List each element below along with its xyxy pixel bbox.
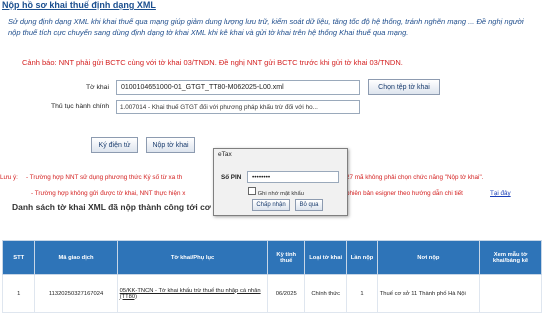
remember-label: Ghi nhớ mật khẩu	[257, 191, 304, 197]
col-view: Xem mẫu tờ khai/bảng kê	[478, 240, 543, 275]
procedure-label: Thủ tục hành chính	[51, 103, 110, 110]
remember-checkbox[interactable]	[248, 187, 256, 195]
file-label: Tờ khai	[86, 84, 109, 91]
note-line1-end: 27 mã không phải chọn chức năng "Nộp tờ …	[346, 174, 484, 181]
choose-file-button[interactable]: Chọn tệp tờ khai	[368, 79, 440, 95]
note-line1-start: - Trường hợp NNT sử dụng phương thức Ký …	[26, 174, 183, 181]
procedure-select[interactable]: 1.007014 - Khai thuế GTGT đối với phương…	[116, 100, 360, 114]
row-code: 11320250327167024	[34, 274, 118, 313]
col-stt: STT	[1, 240, 36, 275]
warning-text: Cảnh báo: NNT phải gửi BCTC cùng với tờ …	[22, 58, 403, 67]
row-place: Thuế cơ sở 11 Thành phố Hà Nội	[376, 274, 480, 313]
submitted-table: STT Mã giao dịch Tờ khai/Phụ lục Kỳ tính…	[1, 240, 543, 313]
dialog-title: eTax	[218, 151, 232, 158]
xml-description: Sử dụng định dạng XML khi khai thuế qua …	[8, 17, 524, 37]
guide-link[interactable]: Tại đây	[490, 190, 511, 197]
row-period: 06/2025	[267, 274, 306, 313]
table-row: 1 11320250327167024 05/KK-TNCN - Tờ khai…	[1, 274, 543, 313]
col-form: Tờ khai/Phụ lục	[116, 240, 269, 275]
col-period: Kỳ tính thuế	[267, 240, 306, 275]
col-code: Mã giao dịch	[34, 240, 118, 275]
file-input[interactable]: 0100104651000-01_GTGT_TT80-M062025-L00.x…	[116, 80, 360, 95]
col-place: Nơi nộp	[376, 240, 480, 275]
cancel-button[interactable]: Bỏ qua	[295, 199, 323, 211]
pin-label: Số PIN	[221, 174, 242, 181]
row-view[interactable]	[478, 274, 543, 313]
notes-prefix: Lưu ý:	[0, 174, 18, 181]
page-title: Nộp hồ sơ khai thuế định dạng XML	[2, 0, 156, 10]
row-stt: 1	[1, 274, 36, 313]
ok-button[interactable]: Chấp nhận	[252, 199, 290, 211]
pin-input[interactable]: ••••••••	[247, 171, 339, 183]
note-line2-end: phiên bản esigner theo hướng dẫn chi tiế…	[346, 190, 463, 197]
etax-pin-dialog: eTax Số PIN •••••••• Ghi nhớ mật khẩu Ch…	[213, 148, 348, 216]
col-type: Loại tờ khai	[304, 240, 348, 275]
submitted-list-title: Danh sách tờ khai XML đã nộp thành công …	[12, 202, 219, 212]
col-times: Lần nộp	[346, 240, 378, 275]
submit-button[interactable]: Nộp tờ khai	[146, 137, 195, 153]
row-type: Chính thức	[304, 274, 348, 313]
note-line2-start: - Trường hợp không gửi được tờ khai, NNT…	[31, 190, 186, 197]
table-header-row: STT Mã giao dịch Tờ khai/Phụ lục Kỳ tính…	[1, 240, 543, 275]
row-times: 1	[346, 274, 378, 313]
remember-row: Ghi nhớ mật khẩu	[248, 187, 304, 197]
row-form-link[interactable]: 05/KK-TNCN - Tờ khai khấu trừ thuế thu n…	[116, 274, 269, 313]
sign-button[interactable]: Ký điện tử	[91, 137, 138, 153]
